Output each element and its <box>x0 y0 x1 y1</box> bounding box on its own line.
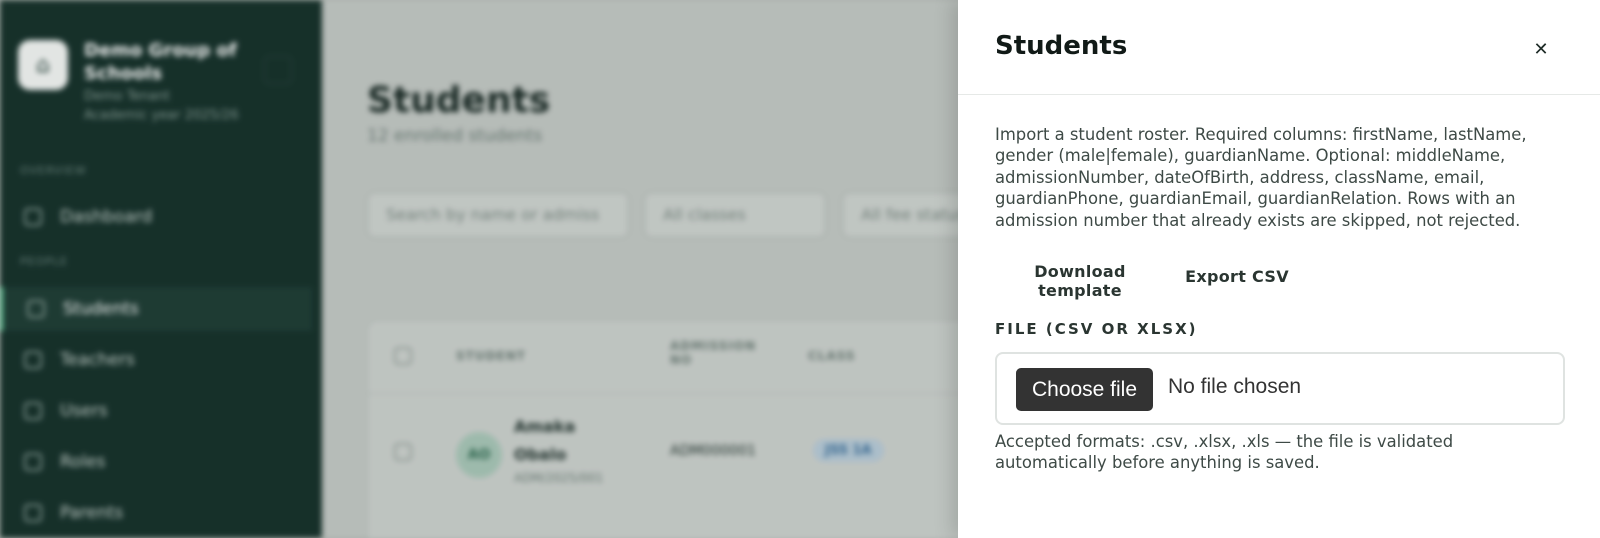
file-input[interactable]: Choose file No file chosen <box>995 352 1565 425</box>
close-button[interactable]: ✕ <box>1526 34 1556 64</box>
download-template-button[interactable]: Download template <box>995 262 1165 300</box>
file-status-text: No file chosen <box>1168 375 1302 398</box>
file-help-text: Accepted formats: .csv, .xlsx, .xls — th… <box>995 432 1454 473</box>
import-drawer: Students ✕ Import a student roster. Requ… <box>958 0 1600 538</box>
file-field-label: FILE (CSV OR XLSX) <box>995 320 1198 338</box>
drawer-title: Students <box>995 31 1128 61</box>
close-icon: ✕ <box>1533 38 1549 59</box>
choose-file-button[interactable]: Choose file <box>1016 368 1153 411</box>
export-csv-button[interactable]: Export CSV <box>1183 262 1291 290</box>
drawer-header: Students ✕ <box>958 0 1600 95</box>
import-description: Import a student roster. Required column… <box>995 125 1527 230</box>
